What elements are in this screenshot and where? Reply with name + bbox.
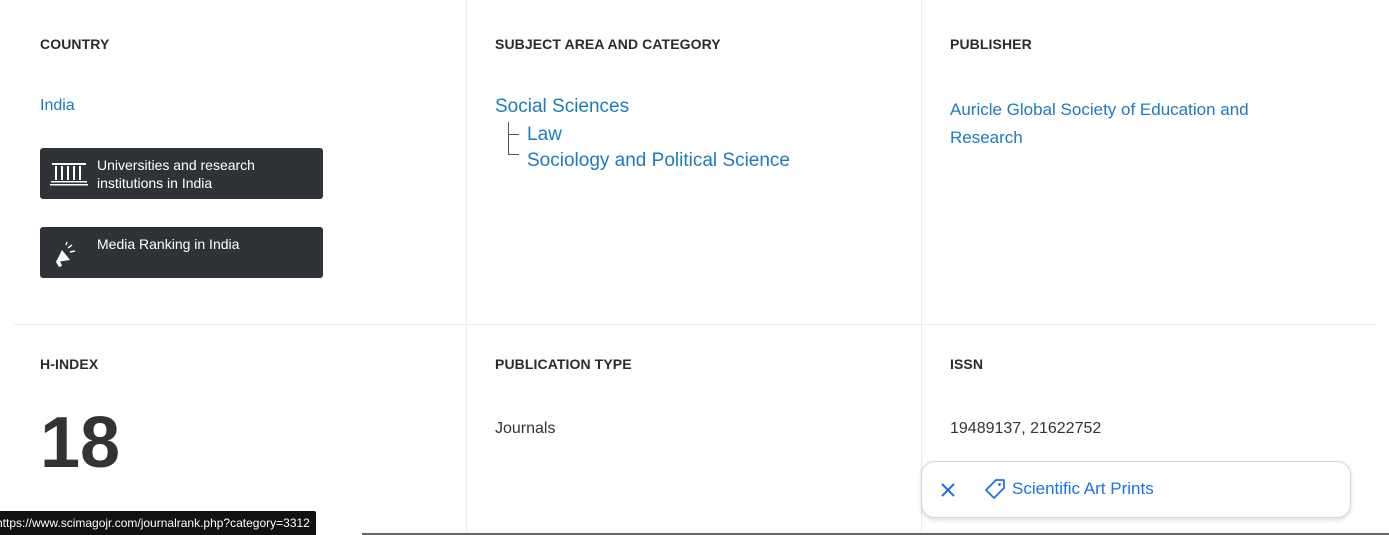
tag-icon [984, 478, 1006, 500]
category-link-sociology[interactable]: Sociology and Political Science [527, 150, 790, 172]
issn-value: 19489137, 21622752 [950, 420, 1102, 437]
megaphone-icon [50, 240, 90, 268]
universities-button-label: Universities and research institutions i… [97, 157, 255, 191]
subject-area-link[interactable]: Social Sciences [495, 96, 629, 118]
journal-info-page: COUNTRY India Universities and research … [0, 0, 1389, 535]
ad-label[interactable]: Scientific Art Prints [1012, 479, 1154, 499]
column-divider [921, 0, 922, 535]
status-bar-url: https://www.scimagojr.com/journalrank.ph… [0, 511, 316, 535]
media-ranking-button-label: Media Ranking in India [97, 236, 240, 252]
country-link[interactable]: India [40, 97, 75, 115]
publisher-link[interactable]: Auricle Global Society of Education and … [950, 96, 1290, 152]
status-bar-url-text: https://www.scimagojr.com/journalrank.ph… [0, 516, 310, 530]
tree-connector [508, 134, 519, 135]
tree-connector [508, 122, 509, 154]
publication-type-heading: PUBLICATION TYPE [495, 356, 632, 372]
hindex-heading: H-INDEX [40, 356, 99, 372]
column-divider [466, 0, 467, 535]
close-icon[interactable] [938, 480, 958, 500]
row-divider [14, 324, 1376, 325]
hindex-value: 18 [40, 403, 121, 483]
issn-heading: ISSN [950, 356, 984, 372]
tree-connector [508, 154, 519, 155]
category-link-law[interactable]: Law [527, 124, 562, 146]
subject-heading: SUBJECT AREA AND CATEGORY [495, 36, 721, 52]
country-heading: COUNTRY [40, 36, 110, 52]
universities-button[interactable]: Universities and research institutions i… [40, 148, 323, 199]
ad-banner[interactable]: Scientific Art Prints [921, 461, 1351, 518]
publication-type-value: Journals [495, 420, 556, 437]
media-ranking-button[interactable]: Media Ranking in India [40, 227, 323, 278]
institution-icon [50, 160, 90, 188]
publisher-heading: PUBLISHER [950, 36, 1032, 52]
